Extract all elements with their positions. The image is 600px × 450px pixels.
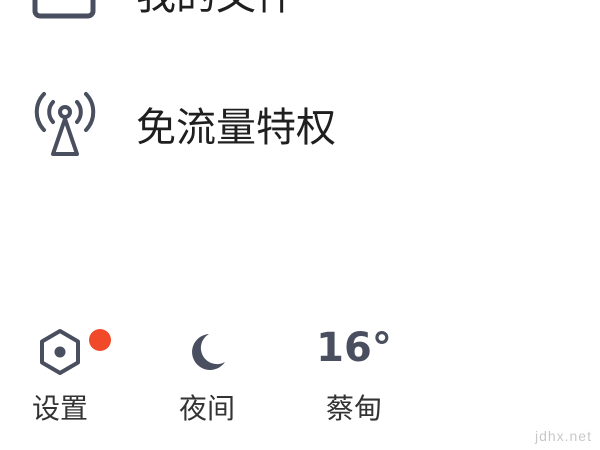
- night-mode-button[interactable]: 夜间: [152, 318, 262, 430]
- settings-hexagon-icon: [30, 324, 90, 380]
- watermark: jdhx.net: [534, 428, 592, 444]
- broadcast-signal-icon: [30, 88, 100, 158]
- weather-location-label: 蔡甸: [325, 392, 382, 425]
- moon-icon: [177, 324, 237, 380]
- menu-item-label: 我的文件: [136, 0, 296, 20]
- notification-badge: [89, 329, 111, 351]
- menu-item-my-files[interactable]: 我的文件: [0, 0, 600, 40]
- settings-button[interactable]: 设置: [5, 318, 115, 430]
- night-mode-label: 夜间: [178, 392, 235, 425]
- menu-item-free-data-privilege[interactable]: 免流量特权: [0, 88, 600, 168]
- folder-icon: [30, 0, 100, 30]
- menu-item-label: 免流量特权: [136, 105, 336, 151]
- weather-button[interactable]: 16° 蔡甸: [299, 318, 409, 430]
- temperature-value: 16°: [316, 325, 392, 371]
- settings-label: 设置: [31, 392, 88, 425]
